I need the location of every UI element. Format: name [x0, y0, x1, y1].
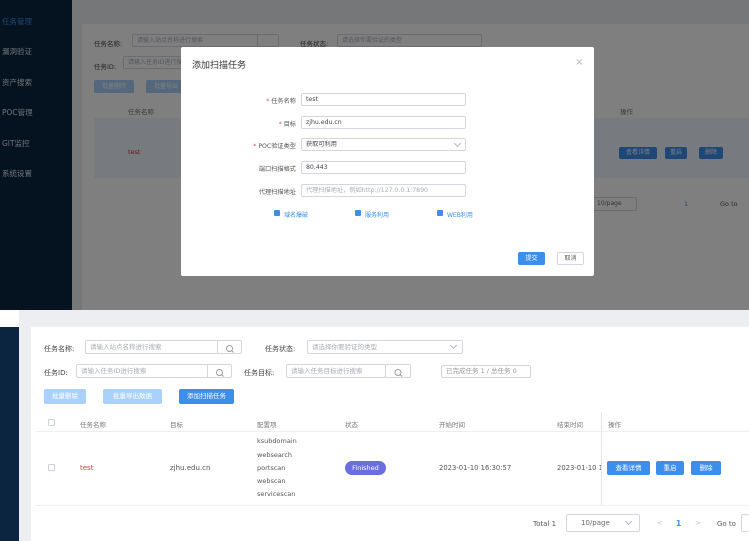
config-item: servicescan — [257, 490, 296, 498]
col-start-time: 开始时间 — [439, 421, 465, 429]
col-status: 状态 — [345, 421, 358, 429]
task-list-card — [31, 327, 749, 541]
service-exploit-checkbox[interactable] — [355, 210, 361, 216]
task-target-filter-input[interactable]: 请输入任务目标进行搜索 — [286, 364, 386, 378]
row-checkbox[interactable] — [48, 464, 55, 471]
cancel-button[interactable]: 取消 — [557, 252, 584, 265]
close-icon[interactable]: × — [575, 57, 583, 68]
config-item: webscan — [257, 477, 286, 485]
task-name-field[interactable]: test — [301, 93, 466, 106]
row-target: zjhu.edu.cn — [170, 464, 211, 472]
poc-type-select[interactable]: 获取可利用 — [301, 138, 466, 151]
delete-button[interactable]: 删除 — [691, 461, 721, 475]
col-target: 目标 — [170, 421, 183, 429]
restart-button[interactable]: 重启 — [656, 461, 684, 475]
web-exploit-label: WEB利用 — [447, 212, 473, 219]
row-end-time: 2023-01-10 16 — [557, 464, 601, 472]
current-page[interactable]: 1 — [676, 519, 681, 528]
status-badge: Finished — [345, 461, 386, 475]
goto-input[interactable] — [741, 514, 749, 532]
dialog-title: 添加扫描任务 — [192, 61, 247, 71]
search-icon — [216, 369, 224, 377]
header-divider — [36, 431, 749, 432]
col-actions: 操作 — [608, 421, 621, 429]
pagination-total: Total 1 — [533, 520, 557, 528]
task-id-filter-input[interactable]: 请输入任务ID进行搜索 — [76, 364, 210, 378]
search-icon — [394, 369, 403, 377]
task-name-field-label: * 任务名称 — [266, 98, 296, 105]
prev-page-button[interactable]: < — [657, 519, 663, 527]
goto-label: Go to — [717, 520, 736, 528]
search-icon — [226, 345, 234, 353]
task-target-search-button[interactable] — [385, 364, 411, 378]
next-page-button[interactable]: > — [695, 519, 701, 527]
config-item: websearch — [257, 451, 293, 459]
row-start-time: 2023-01-10 16:30:57 — [439, 464, 512, 472]
poc-type-field-label: * POC验证类型 — [253, 143, 296, 150]
web-exploit-checkbox[interactable] — [437, 210, 443, 216]
sidebar-collapsed — [0, 327, 19, 541]
subdomain-brute-label: 域名爆破 — [284, 212, 309, 219]
task-name-search-button[interactable] — [217, 340, 242, 354]
fixed-column-divider — [601, 412, 602, 505]
task-name-filter-label: 任务名称: — [44, 345, 75, 353]
task-status-filter-select[interactable]: 请选择你要验证的类型 — [307, 340, 463, 354]
target-field-label: * 目标 — [278, 121, 296, 128]
task-summary: 已完成任务 1 / 总任务 0 — [441, 365, 531, 378]
task-target-filter-label: 任务目标: — [244, 369, 275, 377]
row-divider — [36, 505, 749, 506]
proxy-field[interactable]: 代理扫描地址，例如http://127.0.0.1:7890 — [301, 184, 466, 197]
batch-delete-button[interactable]: 批量删除 — [44, 389, 86, 404]
config-item: portscan — [257, 464, 286, 472]
add-scan-task-button[interactable]: 添加扫描任务 — [179, 389, 234, 404]
port-format-field-label: 端口扫描格式 — [258, 166, 296, 173]
target-field[interactable]: zjhu.edu.cn — [301, 116, 466, 129]
task-id-search-button[interactable] — [207, 364, 232, 378]
port-format-field[interactable]: 80,443 — [301, 161, 466, 174]
col-end-time: 结束时间 — [557, 421, 583, 429]
select-all-checkbox[interactable] — [48, 419, 55, 426]
task-status-filter-label: 任务状态: — [265, 345, 296, 353]
view-detail-button[interactable]: 查看详情 — [607, 461, 650, 475]
task-name-filter-input[interactable]: 请输入站点名称进行搜索 — [85, 340, 219, 354]
config-item: ksubdomain — [257, 437, 297, 445]
service-exploit-label: 服务利用 — [365, 212, 390, 219]
col-config: 配置项 — [257, 421, 277, 429]
subdomain-brute-checkbox[interactable] — [274, 210, 280, 216]
task-id-filter-label: 任务ID: — [44, 369, 68, 377]
col-task-name: 任务名称 — [80, 421, 106, 429]
proxy-field-label: 代理扫描地址 — [258, 189, 296, 196]
batch-export-button[interactable]: 批量导出数据 — [103, 389, 162, 404]
row-task-name[interactable]: test — [80, 464, 93, 472]
submit-button[interactable]: 提交 — [518, 252, 545, 265]
